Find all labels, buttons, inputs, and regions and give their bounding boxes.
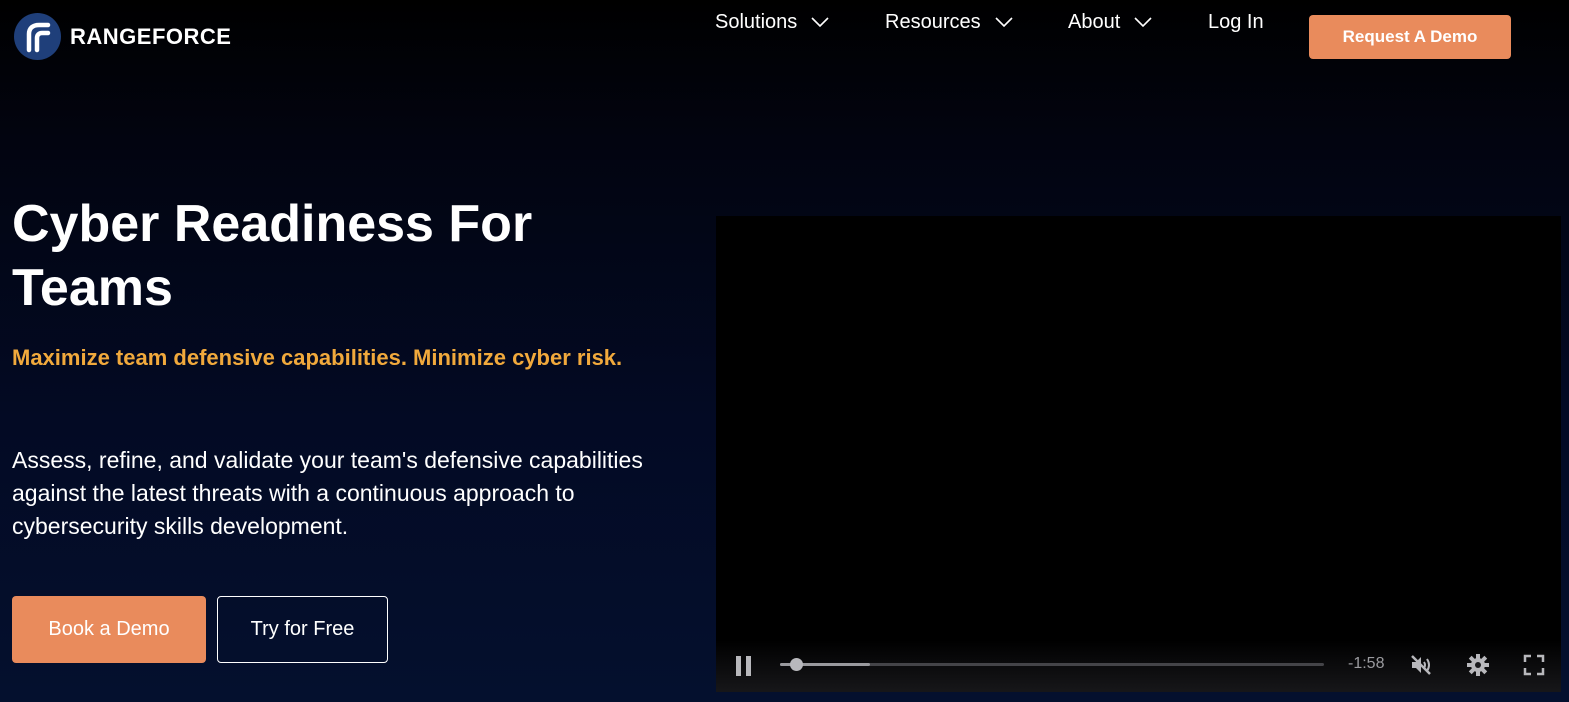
nav-item-label: Resources xyxy=(885,10,981,33)
chevron-down-icon xyxy=(1134,17,1152,27)
hero-tagline: Maximize team defensive capabilities. Mi… xyxy=(12,345,623,370)
time-remaining: -1:58 xyxy=(1348,655,1385,672)
progress-handle[interactable] xyxy=(790,658,803,671)
pause-icon[interactable] xyxy=(734,655,754,677)
fullscreen-icon[interactable] xyxy=(1522,653,1546,677)
video-player[interactable]: -1:58 xyxy=(716,216,1561,692)
try-for-free-button[interactable]: Try for Free xyxy=(217,596,388,663)
nav-item-resources[interactable]: Resources xyxy=(885,11,1013,34)
video-controls: -1:58 xyxy=(716,640,1561,692)
logo-text: RANGEFORCE xyxy=(70,23,232,49)
nav-item-label: About xyxy=(1068,10,1121,33)
rangeforce-logo-icon xyxy=(14,13,61,60)
video-progress-bar[interactable] xyxy=(780,658,1324,671)
logo[interactable]: RANGEFORCE xyxy=(14,13,231,60)
hero-description: Assess, refine, and validate your team's… xyxy=(12,447,643,539)
nav-item-login[interactable]: Log In xyxy=(1208,11,1264,34)
hero-title: Cyber Readiness For Teams xyxy=(12,195,533,317)
mute-icon[interactable] xyxy=(1409,653,1433,677)
chevron-down-icon xyxy=(995,17,1013,27)
nav-item-about[interactable]: About xyxy=(1068,11,1152,34)
request-demo-button[interactable]: Request A Demo xyxy=(1309,15,1511,59)
nav-item-label: Solutions xyxy=(715,10,798,33)
settings-icon[interactable] xyxy=(1466,653,1490,677)
site-header: RANGEFORCE Solutions Resources About Log… xyxy=(0,0,1569,74)
nav-item-solutions[interactable]: Solutions xyxy=(715,11,829,34)
nav-item-label: Log In xyxy=(1208,10,1264,33)
chevron-down-icon xyxy=(811,17,829,27)
book-demo-button[interactable]: Book a Demo xyxy=(12,596,206,663)
